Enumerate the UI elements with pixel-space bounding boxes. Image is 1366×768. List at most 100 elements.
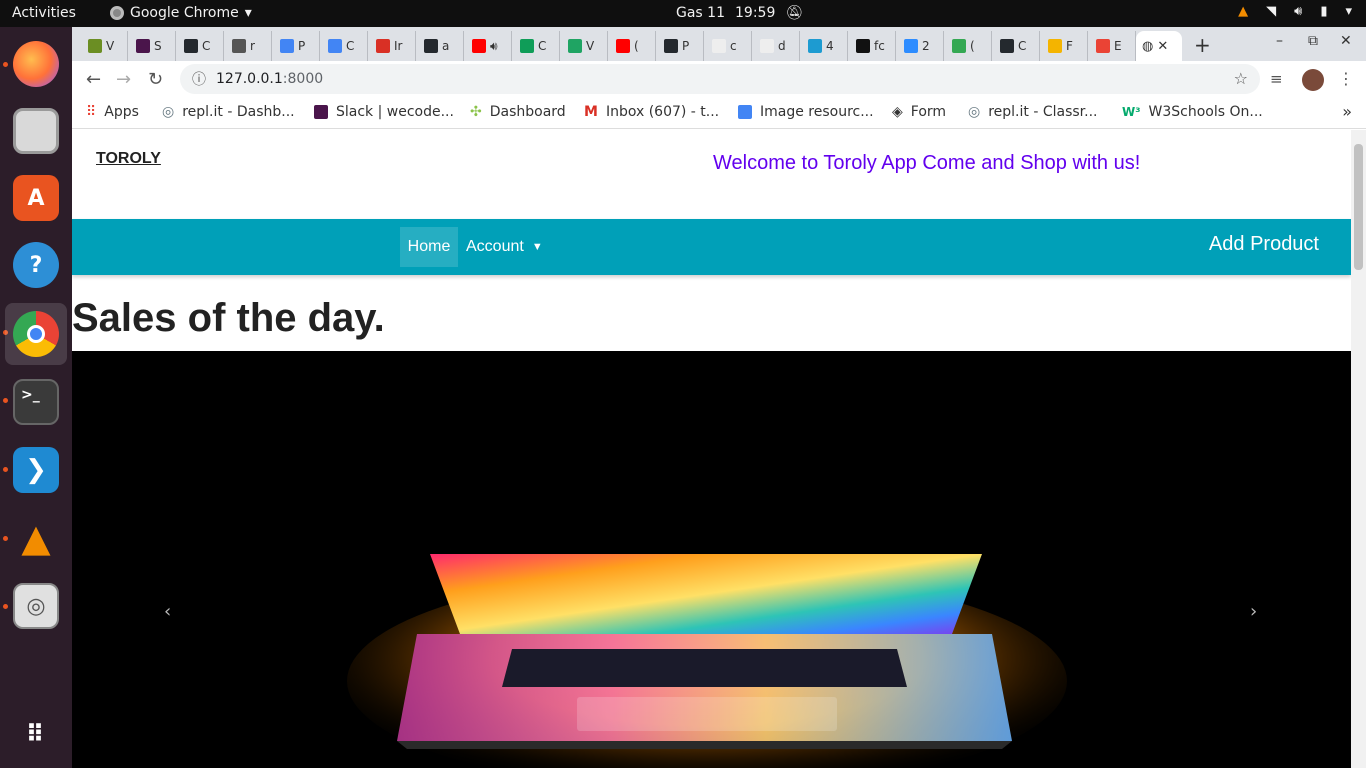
- tab[interactable]: F: [1042, 31, 1088, 61]
- tab-favicon-icon: [952, 39, 966, 53]
- close-window-icon[interactable]: ✕: [1340, 33, 1352, 49]
- laptop-image: [72, 351, 1351, 768]
- nav-home-link[interactable]: Home: [400, 227, 458, 267]
- tab[interactable]: C: [178, 31, 224, 61]
- nav-account-dropdown[interactable]: Account ▼: [466, 227, 543, 267]
- dock-help[interactable]: ?: [5, 234, 67, 296]
- date-label: Gas 11: [676, 5, 725, 21]
- tab[interactable]: E: [1090, 31, 1136, 61]
- tab[interactable]: P: [658, 31, 704, 61]
- carousel-prev-icon[interactable]: ‹: [164, 601, 171, 622]
- system-tray[interactable]: ▲ ◥ 🔊︎ ▮ ▾: [1238, 4, 1352, 19]
- dock-chrome[interactable]: [5, 303, 67, 365]
- tab[interactable]: r: [226, 31, 272, 61]
- tab[interactable]: 4: [802, 31, 848, 61]
- brand-link[interactable]: TOROLY: [96, 150, 161, 168]
- address-bar[interactable]: ⓘ 127.0.0.1:8000 ☆: [180, 64, 1260, 94]
- tab[interactable]: S: [130, 31, 176, 61]
- clock[interactable]: Gas 11 19:59 🔕︎: [676, 5, 803, 21]
- chrome-icon: [13, 311, 59, 357]
- tab[interactable]: C: [322, 31, 368, 61]
- app-menu[interactable]: Google Chrome ▾: [110, 5, 252, 21]
- tab-favicon-icon: [424, 39, 438, 53]
- tab[interactable]: C: [514, 31, 560, 61]
- tab-title: F: [1066, 39, 1073, 53]
- bookmark-replit-classroom[interactable]: ◎ repl.it - Classr...: [968, 104, 1098, 120]
- tab-title: 4: [826, 39, 834, 53]
- bookmark-apps[interactable]: ⠿ Apps: [86, 104, 139, 120]
- dock-software[interactable]: A: [5, 167, 67, 229]
- tab[interactable]: c: [706, 31, 752, 61]
- bookmark-replit-dashboard[interactable]: ◎ repl.it - Dashb...: [162, 104, 295, 120]
- tab[interactable]: V: [82, 31, 128, 61]
- tab[interactable]: V: [562, 31, 608, 61]
- files-icon: [13, 108, 59, 154]
- vscode-icon: ❯: [13, 447, 59, 493]
- menu-kebab-icon[interactable]: ⋮: [1338, 69, 1354, 88]
- tab[interactable]: C: [994, 31, 1040, 61]
- carousel-next-icon[interactable]: ›: [1250, 601, 1257, 622]
- bookmark-form[interactable]: ◈ Form: [892, 104, 946, 120]
- bookmark-slack[interactable]: Slack | wecode...: [314, 104, 454, 120]
- tab-title: r: [250, 39, 255, 53]
- bookmark-label: Slack | wecode...: [336, 104, 454, 120]
- sales-heading: Sales of the day.: [72, 296, 385, 340]
- url-port: :8000: [282, 71, 324, 87]
- dock-firefox[interactable]: [5, 33, 67, 95]
- sales-carousel[interactable]: ‹ ›: [72, 351, 1351, 768]
- tab[interactable]: 🔊︎: [466, 31, 512, 61]
- tab[interactable]: (: [946, 31, 992, 61]
- bookmark-label: Inbox (607) - t...: [605, 104, 720, 120]
- app-menu-label: Google Chrome: [130, 5, 239, 21]
- profile-avatar[interactable]: [1302, 69, 1324, 91]
- volume-icon: 🔊︎: [1294, 4, 1303, 19]
- dock-files[interactable]: [5, 100, 67, 162]
- bookmark-gmail[interactable]: M Inbox (607) - t...: [584, 104, 719, 120]
- forward-icon[interactable]: →: [116, 69, 131, 90]
- scrollbar-thumb[interactable]: [1354, 144, 1363, 270]
- tab[interactable]: 2: [898, 31, 944, 61]
- time-label: 19:59: [735, 5, 776, 21]
- maximize-icon[interactable]: ⧉: [1308, 33, 1318, 49]
- replit-icon: ◎: [162, 104, 175, 120]
- info-icon[interactable]: ⓘ: [192, 69, 206, 89]
- tab[interactable]: fc: [850, 31, 896, 61]
- caret-down-icon: ▼: [531, 241, 543, 253]
- tab-active[interactable]: ◍ ✕: [1136, 31, 1182, 61]
- docs-icon: [738, 105, 752, 119]
- activities-button[interactable]: Activities: [12, 5, 76, 21]
- dock-vlc[interactable]: ▲: [5, 507, 67, 569]
- tab[interactable]: a: [418, 31, 464, 61]
- bookmarks-overflow-icon[interactable]: »: [1342, 102, 1352, 121]
- tab-favicon-icon: [568, 39, 582, 53]
- bookmark-image-resources[interactable]: Image resourc...: [738, 104, 874, 120]
- bookmark-w3schools[interactable]: W³ W3Schools On...: [1122, 104, 1263, 120]
- minimize-icon[interactable]: –: [1276, 33, 1283, 49]
- add-product-link[interactable]: Add Product: [1209, 233, 1319, 256]
- dock-show-apps[interactable]: ⠿: [5, 703, 67, 765]
- bookmark-dashboard[interactable]: ✣ Dashboard: [470, 104, 566, 120]
- dock-terminal[interactable]: >_: [5, 371, 67, 433]
- tab-title: (: [970, 39, 975, 53]
- dock-image-viewer[interactable]: ◎: [5, 575, 67, 637]
- tab-favicon-icon: [232, 39, 246, 53]
- dock-vscode[interactable]: ❯: [5, 439, 67, 501]
- bookmark-label: Image resourc...: [760, 104, 874, 120]
- back-icon[interactable]: ←: [86, 69, 101, 90]
- tab[interactable]: d: [754, 31, 800, 61]
- tab-title: C: [346, 39, 355, 53]
- new-tab-button[interactable]: +: [1194, 33, 1211, 57]
- media-control-icon[interactable]: ≡: [1270, 70, 1283, 88]
- tab-favicon-icon: [1096, 39, 1110, 53]
- page-scrollbar[interactable]: [1351, 130, 1366, 768]
- reload-icon[interactable]: ↻: [148, 69, 163, 90]
- tab-favicon-icon: [136, 39, 150, 53]
- tab[interactable]: (: [610, 31, 656, 61]
- bookmark-label: Apps: [104, 104, 139, 120]
- apps-grid-icon: ⠿: [86, 104, 97, 120]
- close-tab-icon[interactable]: ✕: [1157, 39, 1168, 54]
- tab[interactable]: P: [274, 31, 320, 61]
- tab[interactable]: Ir: [370, 31, 416, 61]
- dock: A ? >_ ❯ ▲ ◎ ⠿: [0, 27, 72, 768]
- bookmark-star-icon[interactable]: ☆: [1234, 69, 1248, 88]
